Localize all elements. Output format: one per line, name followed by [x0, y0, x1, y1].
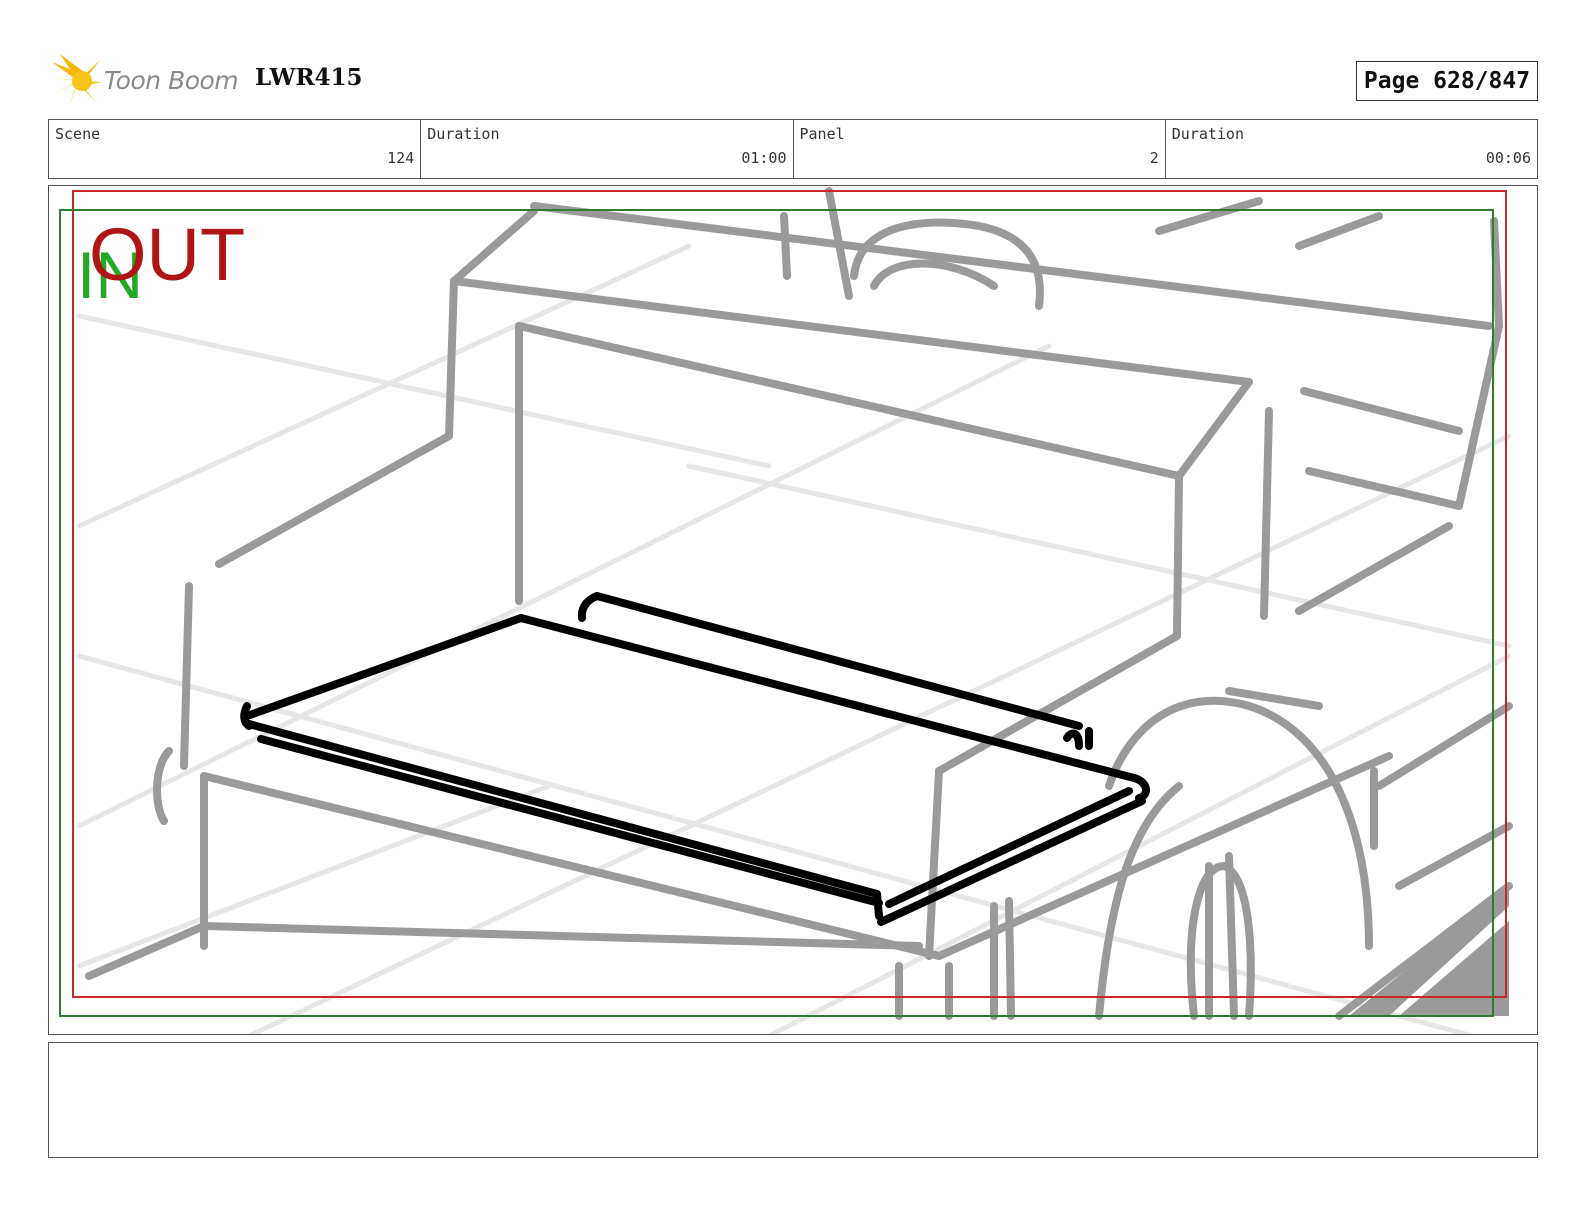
toon-boom-logo: Toon Boom: [52, 54, 242, 108]
in-frame: [59, 209, 1494, 1017]
scene-duration-value: 01:00: [741, 149, 787, 167]
black-ink-cushion: [240, 592, 1150, 926]
scene-info-table: Scene 124 Duration 01:00 Panel 2 Duratio…: [48, 119, 1538, 179]
panel-notes-box: [48, 1042, 1538, 1158]
project-code: LWR415: [255, 64, 363, 91]
out-label: OUT: [89, 213, 245, 296]
scene-label: Scene: [55, 125, 101, 143]
gray-sketch: [85, 187, 1513, 1020]
scene-duration-label: Duration: [427, 125, 500, 143]
scene-value: 124: [387, 149, 415, 167]
panel-label: Panel: [799, 125, 845, 143]
page-number: Page 628/847: [1356, 61, 1538, 101]
storyboard-panel: IN OUT: [48, 185, 1538, 1035]
panel-duration-value: 00:06: [1485, 149, 1531, 167]
logo-text: Toon Boom: [104, 66, 239, 95]
scene-duration-cell: Duration 01:00: [421, 120, 794, 178]
panel-duration-label: Duration: [1171, 125, 1244, 143]
panel-cell: Panel 2: [794, 120, 1166, 178]
scene-cell: Scene 124: [49, 120, 422, 178]
panel-value: 2: [1149, 149, 1159, 167]
starburst-icon: [52, 54, 102, 108]
panel-sketch: IN OUT: [59, 187, 1513, 1034]
panel-duration-cell: Duration 00:06: [1166, 120, 1537, 178]
